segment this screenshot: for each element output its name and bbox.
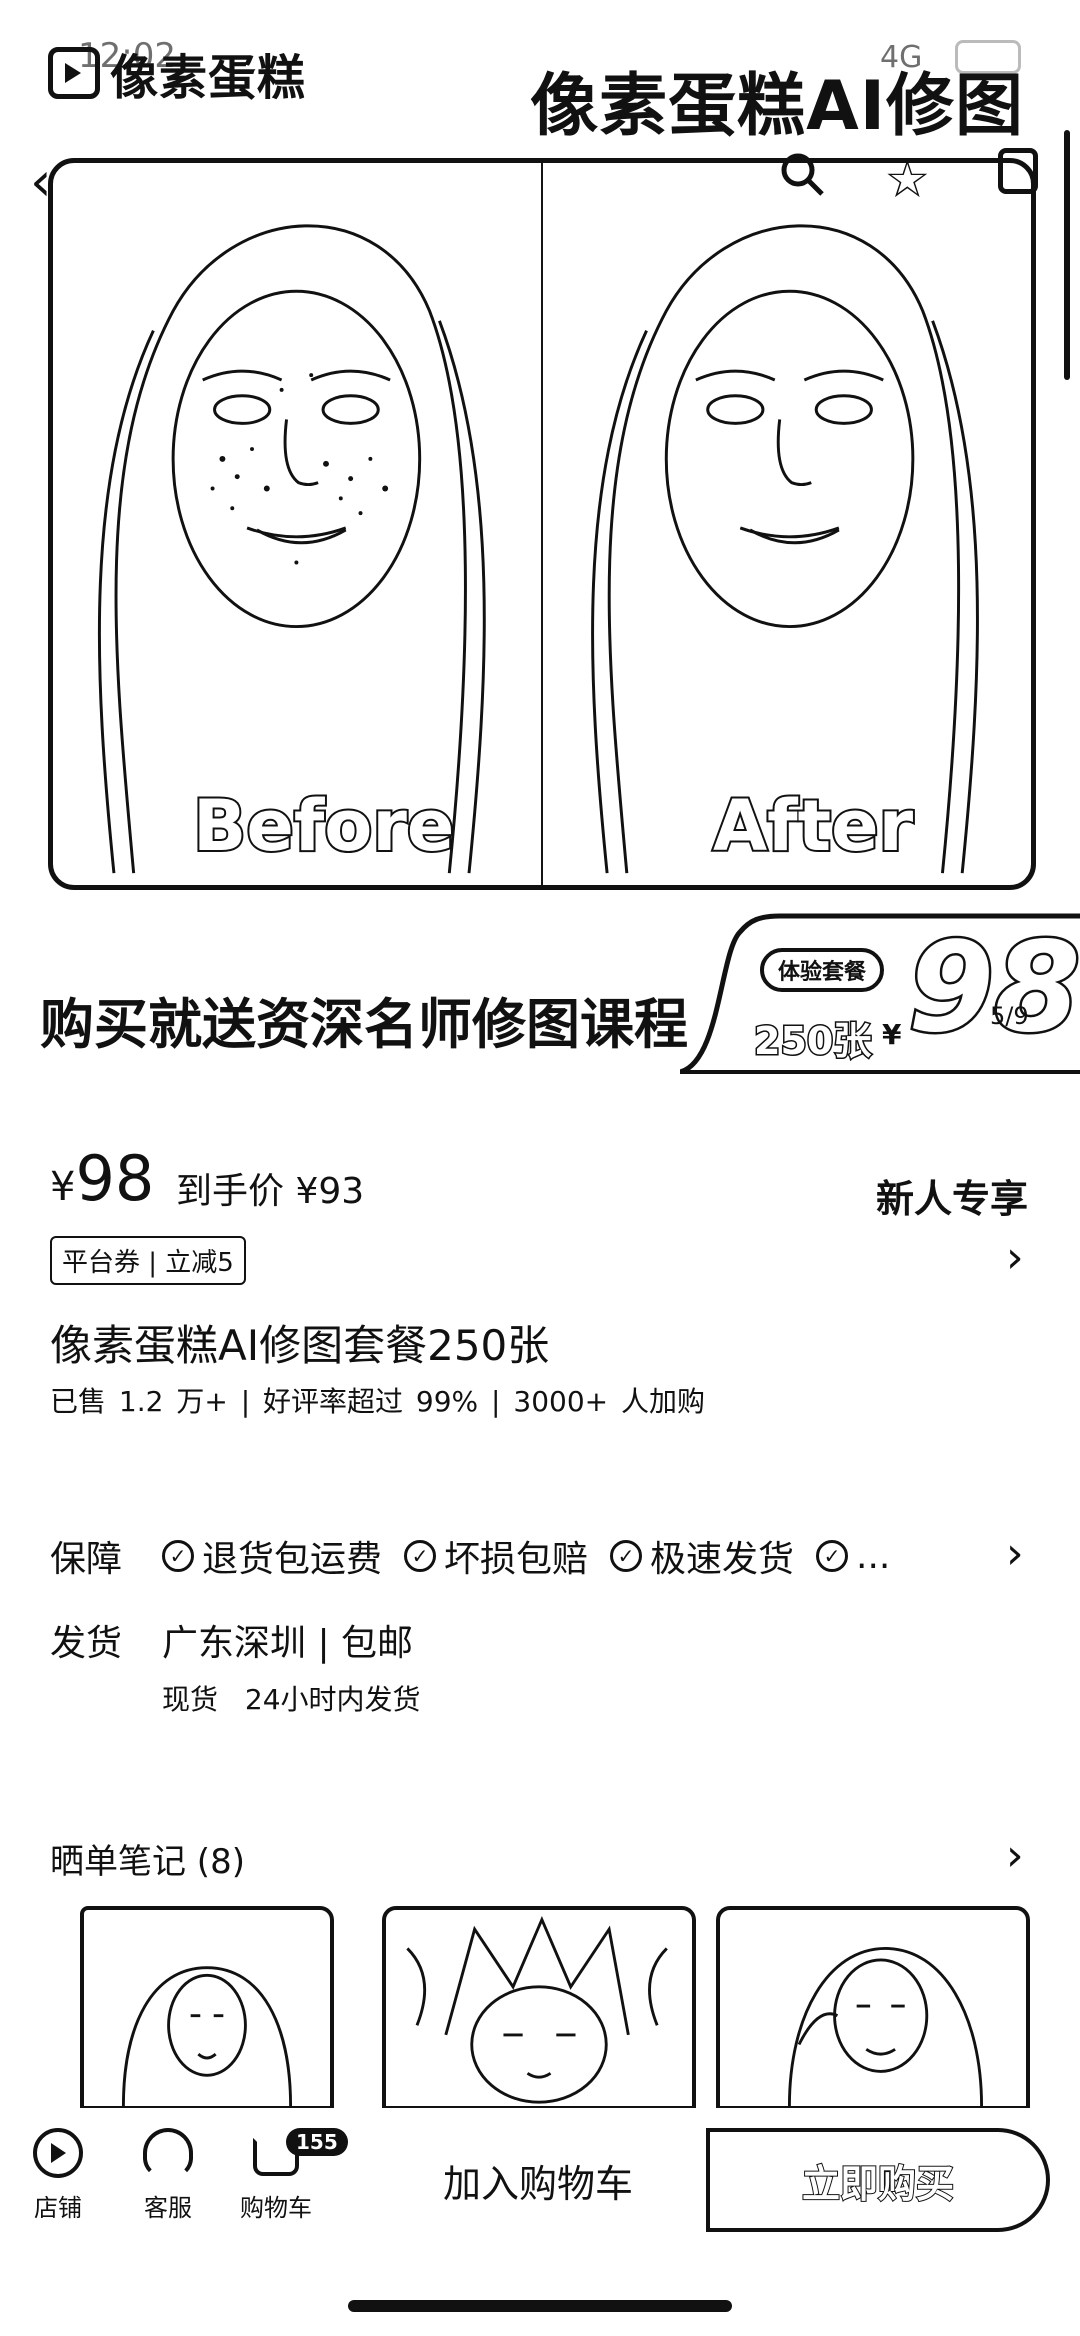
headset-icon bbox=[143, 2128, 193, 2178]
home-indicator[interactable] bbox=[348, 2300, 732, 2312]
price-currency: ¥ bbox=[50, 1164, 76, 1210]
after-label: After bbox=[711, 783, 915, 869]
product-stats: 已售 1.2 万+ | 好评率超过 99% | 3000+ 人加购 bbox=[50, 1385, 706, 1418]
check-circle-icon: ✓ bbox=[610, 1540, 643, 1572]
before-after-illustration bbox=[97, 163, 979, 885]
review-notes-title[interactable]: 晒单笔记 (8) bbox=[50, 1834, 245, 1883]
portrait-thumbnail-image bbox=[787, 1946, 984, 2106]
shop-brand[interactable]: 像素蛋糕 bbox=[48, 38, 306, 108]
search-icon[interactable] bbox=[778, 150, 826, 198]
buy-now-button[interactable]: 立即购买 bbox=[706, 2128, 1050, 2232]
image-page-indicator: 5/9 bbox=[990, 1002, 1029, 1030]
tab-label: 店铺 bbox=[34, 2194, 82, 2222]
guarantee-text: 极速发货 bbox=[650, 1539, 795, 1580]
check-circle-icon: ✓ bbox=[162, 1540, 194, 1572]
banner-title: 像素蛋糕AI修图 bbox=[530, 67, 1024, 146]
back-icon[interactable]: ‹ bbox=[30, 150, 52, 213]
tab-customer-service[interactable]: 客服 bbox=[118, 2128, 218, 2223]
scrollbar[interactable] bbox=[1064, 130, 1070, 380]
newbie-exclusive-label[interactable]: 新人专享 bbox=[876, 1168, 1028, 1223]
product-hero-image[interactable]: Before After bbox=[48, 158, 1036, 890]
review-thumbnail[interactable] bbox=[80, 1906, 334, 2110]
review-thumbnail[interactable] bbox=[382, 1906, 696, 2110]
promo-currency: ¥ bbox=[882, 1018, 902, 1051]
package-tag: 体验套餐 bbox=[760, 948, 885, 992]
check-circle-icon: ✓ bbox=[816, 1540, 849, 1572]
portrait-thumbnail-image bbox=[121, 1966, 293, 2106]
tab-shop[interactable]: 店铺 bbox=[8, 2128, 108, 2223]
shipping-location: 广东深圳 | 包邮 bbox=[162, 1623, 414, 1664]
shop-icon bbox=[33, 2128, 83, 2178]
guarantee-text: 退货包运费 bbox=[202, 1539, 383, 1580]
shipping-label: 发货 bbox=[50, 1623, 123, 1664]
price-value: 98 bbox=[75, 1142, 155, 1215]
guarantee-text: ... bbox=[856, 1535, 891, 1577]
chevron-right-icon[interactable]: › bbox=[1006, 1236, 1024, 1280]
tab-label: 购物车 bbox=[240, 2194, 312, 2222]
guarantee-item: ✓ 极速发货 bbox=[610, 1530, 794, 1582]
guarantee-list[interactable]: ✓ 退货包运费 ✓ 坏损包赔 ✓ 极速发货 ✓... bbox=[162, 1530, 890, 1582]
shipping-detail: 现货 24小时内发货 bbox=[162, 1683, 421, 1716]
shop-logo-icon bbox=[48, 47, 100, 99]
chevron-right-icon[interactable]: › bbox=[1006, 1834, 1024, 1878]
anime-thumbnail-image bbox=[406, 1915, 668, 2104]
guarantee-label: 保障 bbox=[50, 1539, 123, 1580]
add-to-cart-button[interactable]: 加入购物车 bbox=[382, 2128, 694, 2232]
shop-name: 像素蛋糕 bbox=[110, 50, 307, 106]
product-title: 像素蛋糕AI修图套餐250张 bbox=[50, 1321, 550, 1370]
guarantee-item: ✓ 坏损包赔 bbox=[404, 1530, 588, 1582]
share-icon[interactable] bbox=[998, 148, 1038, 194]
package-count: 250张 bbox=[752, 1018, 872, 1065]
price: ¥98 bbox=[50, 1142, 154, 1215]
review-thumbnail[interactable] bbox=[716, 1906, 1030, 2110]
coupon-badge[interactable]: 平台券 | 立减5 bbox=[50, 1236, 246, 1285]
promo-price: 98 bbox=[906, 916, 1080, 1060]
chevron-right-icon[interactable]: › bbox=[1006, 1532, 1024, 1576]
check-circle-icon: ✓ bbox=[404, 1540, 437, 1572]
tab-label: 客服 bbox=[144, 2194, 192, 2222]
guarantee-item: ✓ 退货包运费 bbox=[162, 1530, 382, 1582]
guarantee-text: 坏损包赔 bbox=[444, 1539, 589, 1580]
guarantee-item: ✓... bbox=[816, 1530, 890, 1582]
before-label: Before bbox=[191, 783, 456, 869]
favorite-star-icon[interactable]: ☆ bbox=[884, 150, 931, 210]
cart-count-badge: 155 bbox=[286, 2128, 348, 2156]
final-price: 到手价 ¥93 bbox=[176, 1171, 365, 1212]
promo-text: 购买就送资深名师修图课程 bbox=[40, 993, 688, 1056]
